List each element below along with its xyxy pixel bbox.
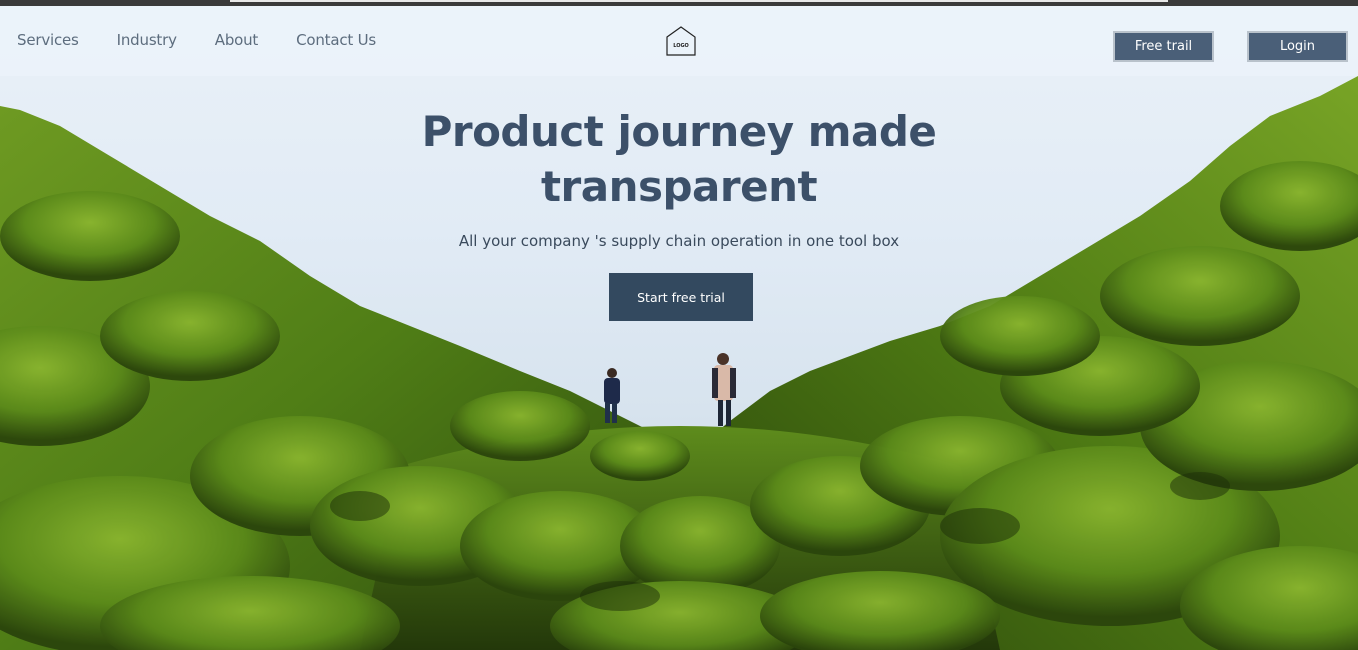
login-button[interactable]: Login <box>1247 31 1348 62</box>
nav-link-industry[interactable]: Industry <box>117 31 177 49</box>
logo-text: LOGO <box>673 43 689 49</box>
hero-headline-line1: Product journey made <box>421 107 937 156</box>
logo[interactable]: LOGO <box>665 25 697 57</box>
moss-valley-image <box>0 76 1358 650</box>
hikers <box>604 353 736 426</box>
browser-top-strip-line <box>230 0 1168 2</box>
top-navbar: Services Industry About Contact Us LOGO … <box>0 6 1358 76</box>
hero-headline: Product journey made transparent <box>379 104 979 214</box>
nav-link-about[interactable]: About <box>215 31 259 49</box>
nav-links: Services Industry About Contact Us <box>17 31 376 49</box>
nav-link-services[interactable]: Services <box>17 31 79 49</box>
house-logo-icon <box>666 26 696 56</box>
hero-headline-line2: transparent <box>540 162 818 211</box>
hero-background-image <box>0 6 1358 650</box>
nav-link-contact-us[interactable]: Contact Us <box>296 31 376 49</box>
hero-subtitle: All your company 's supply chain operati… <box>458 232 900 250</box>
start-free-trial-button[interactable]: Start free trial <box>609 273 753 321</box>
free-trail-button[interactable]: Free trail <box>1113 31 1214 62</box>
